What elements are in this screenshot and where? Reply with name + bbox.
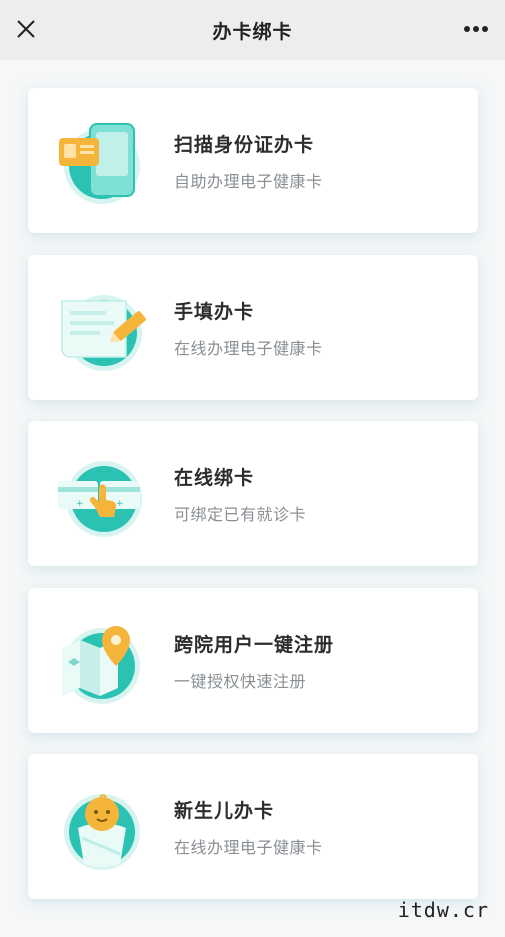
card-title: 手填办卡 [174, 301, 255, 323]
card-tap-icon: + + [56, 451, 156, 541]
top-bar: 办卡绑卡 [0, 0, 505, 60]
card-subtitle: 一键授权快速注册 [174, 672, 307, 691]
card-title: 在线绑卡 [174, 467, 255, 489]
svg-text:+: + [76, 499, 84, 509]
page-title: 办卡绑卡 [212, 20, 293, 43]
card-online-bind[interactable]: + + 在线绑卡 可绑定已有就诊卡 [28, 421, 478, 566]
close-icon [17, 20, 35, 38]
close-button[interactable] [12, 15, 40, 43]
form-pencil-icon [56, 285, 156, 375]
map-location-icon [56, 618, 156, 708]
watermark-text: itdw.cr [397, 898, 489, 922]
id-card-scan-icon [56, 118, 156, 208]
card-title: 跨院用户一键注册 [174, 634, 335, 656]
card-subtitle: 自助办理电子健康卡 [174, 172, 323, 191]
more-button[interactable] [459, 15, 493, 43]
card-subtitle: 可绑定已有就诊卡 [174, 505, 307, 524]
card-subtitle: 在线办理电子健康卡 [174, 339, 323, 358]
more-dots-icon [464, 26, 488, 32]
svg-text:+: + [116, 499, 124, 509]
newborn-baby-icon [56, 784, 156, 874]
card-title: 扫描身份证办卡 [174, 134, 315, 156]
card-newborn[interactable]: 新生儿办卡 在线办理电子健康卡 [28, 754, 478, 899]
card-cross-hospital-register[interactable]: 跨院用户一键注册 一键授权快速注册 [28, 588, 478, 733]
card-subtitle: 在线办理电子健康卡 [174, 838, 323, 857]
card-title: 新生儿办卡 [174, 800, 275, 822]
card-scan-id[interactable]: 扫描身份证办卡 自助办理电子健康卡 [28, 88, 478, 233]
card-manual-fill[interactable]: 手填办卡 在线办理电子健康卡 [28, 255, 478, 400]
